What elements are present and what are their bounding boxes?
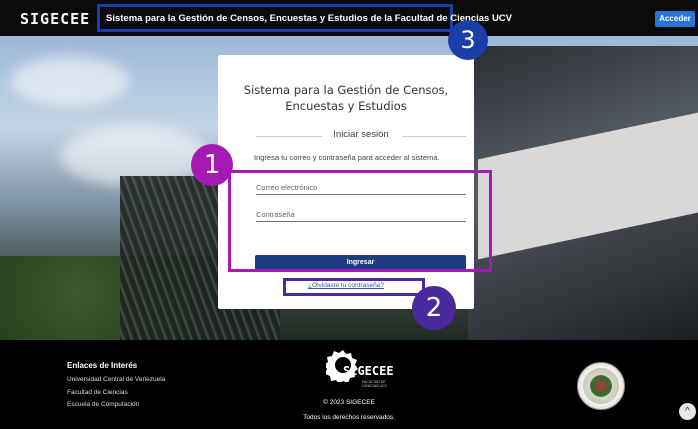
footer-link-ciencias[interactable]: Facultad de Ciencias bbox=[67, 389, 128, 396]
login-instructions: Ingresa tu correo y contraseña para acce… bbox=[254, 153, 440, 162]
footer-logo-subtitle: FACULTAD DE CIENCIAS UCV bbox=[362, 380, 387, 388]
annotation-badge-2: 2 bbox=[412, 286, 456, 330]
rights-reserved: Todos los derechos reservados. bbox=[303, 414, 395, 421]
annotation-badge-3: 3 bbox=[448, 20, 488, 60]
card-title: Sistema para la Gestión de Censos, Encue… bbox=[218, 82, 474, 114]
acceder-button[interactable]: Acceder bbox=[655, 11, 695, 27]
annotation-box-3: Sistema para la Gestión de Censos, Encue… bbox=[97, 4, 512, 32]
footer-logo-text: SIGECEE bbox=[343, 364, 394, 378]
cloud bbox=[10, 56, 130, 106]
seal-emblem bbox=[590, 375, 612, 397]
annotation-box-1 bbox=[228, 170, 492, 272]
footer: Enlaces de Interés Universidad Central d… bbox=[0, 340, 698, 429]
brand-logo[interactable]: SIGECEE bbox=[20, 10, 90, 28]
footer-links-title: Enlaces de Interés bbox=[67, 361, 138, 370]
divider-line-right bbox=[402, 136, 466, 137]
section-label: Iniciar sesión bbox=[333, 129, 389, 140]
footer-link-ucv[interactable]: Universidad Central de Venezuela bbox=[67, 376, 165, 383]
card-title-line1: Sistema para la Gestión de Censos, bbox=[243, 83, 449, 97]
ucv-seal-logo bbox=[577, 362, 625, 410]
scroll-to-top-icon[interactable]: ^ bbox=[679, 403, 696, 420]
top-navbar: SIGECEE Sistema para la Gestión de Censo… bbox=[0, 0, 698, 36]
section-divider: Iniciar sesión bbox=[256, 129, 466, 143]
annotation-badge-1: 1 bbox=[191, 144, 233, 186]
divider-line-left bbox=[256, 136, 322, 137]
annotation-box-2 bbox=[283, 278, 425, 296]
card-title-line2: Encuestas y Estudios bbox=[285, 99, 407, 113]
navbar-title: Sistema para la Gestión de Censos, Encue… bbox=[106, 13, 512, 24]
